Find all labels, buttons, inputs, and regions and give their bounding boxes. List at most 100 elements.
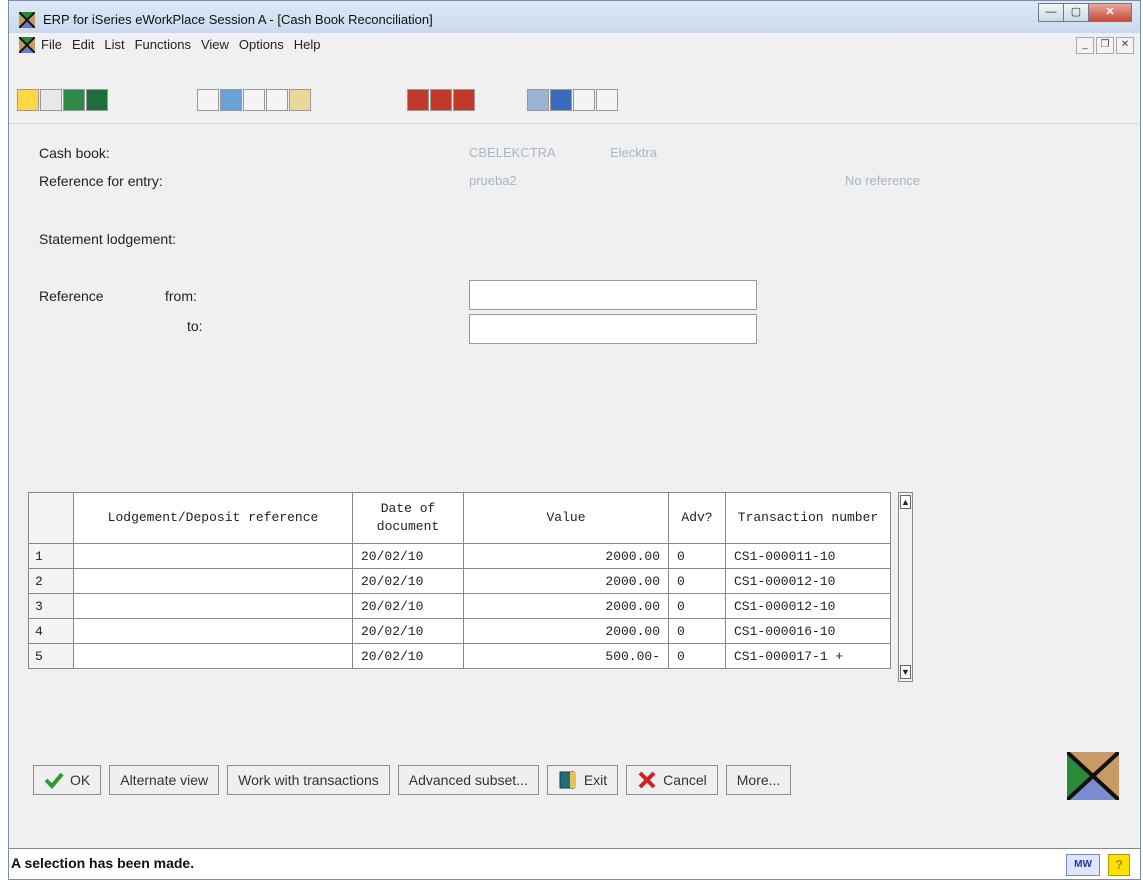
adv-cell: 0: [668, 543, 726, 569]
find-3-icon[interactable]: [453, 89, 475, 111]
mdi-minimize-button[interactable]: _: [1076, 37, 1094, 54]
table-row[interactable]: 4 20/02/10 2000.00 0 CS1-000016-10: [28, 618, 891, 644]
to-label: to:: [187, 318, 203, 334]
table-row[interactable]: 2 20/02/10 2000.00 0 CS1-000012-10: [28, 568, 891, 594]
window-icon[interactable]: [527, 89, 549, 111]
calculator-icon[interactable]: [63, 89, 85, 111]
date-cell: 20/02/10: [352, 593, 464, 619]
statement-lodgement-label: Statement lodgement:: [39, 231, 176, 247]
row-number[interactable]: 4: [28, 618, 74, 644]
value-cell: 2000.00: [463, 568, 669, 594]
table-row[interactable]: 5 20/02/10 500.00- 0 CS1-000017-1 +: [28, 643, 891, 669]
work-with-transactions-label: Work with transactions: [238, 772, 379, 788]
lodgement-reference-header[interactable]: Lodgement/Deposit reference: [73, 492, 353, 544]
ok-button[interactable]: OK: [33, 765, 102, 795]
scroll-up-icon[interactable]: ▲: [900, 495, 911, 509]
exit-button[interactable]: Exit: [546, 765, 619, 795]
row-number[interactable]: 3: [28, 593, 74, 619]
adv-cell: 0: [668, 593, 726, 619]
value-cell: 500.00-: [463, 643, 669, 669]
maximize-button[interactable]: ▢: [1063, 3, 1089, 22]
table-row[interactable]: 1 20/02/10 2000.00 0 CS1-000011-10: [28, 543, 891, 569]
reference-entry-value: prueba2: [469, 173, 517, 188]
paste-icon[interactable]: [289, 89, 311, 111]
adv-cell: 0: [668, 643, 726, 669]
more-button[interactable]: More...: [725, 765, 792, 795]
transaction-number-cell: CS1-000016-10: [725, 618, 891, 644]
cancel-button[interactable]: Cancel: [626, 765, 718, 795]
toolbar: [9, 57, 1140, 124]
menu-file[interactable]: File: [41, 37, 62, 52]
menu-help[interactable]: Help: [294, 37, 321, 52]
advanced-subset-button[interactable]: Advanced subset...: [397, 765, 539, 795]
adv-header[interactable]: Adv?: [668, 492, 726, 544]
status-message: A selection has been made.: [11, 855, 195, 871]
grid-icon[interactable]: [220, 89, 242, 111]
red-x-icon: [638, 771, 656, 789]
checkmark-icon: [44, 772, 64, 789]
lodgement-reference-cell[interactable]: [73, 543, 353, 569]
menu-view[interactable]: View: [201, 37, 229, 52]
row-number-header: [28, 492, 74, 544]
row-number[interactable]: 5: [28, 643, 74, 669]
work-with-transactions-button[interactable]: Work with transactions: [227, 765, 390, 795]
help-icon[interactable]: [596, 89, 618, 111]
value-cell: 2000.00: [463, 618, 669, 644]
alternate-view-label: Alternate view: [120, 772, 209, 788]
transaction-number-header[interactable]: Transaction number: [725, 492, 891, 544]
scroll-down-icon[interactable]: ▼: [900, 665, 911, 679]
lodgement-reference-cell[interactable]: [73, 593, 353, 619]
minimize-button[interactable]: —: [1038, 3, 1064, 22]
reference-from-input[interactable]: [469, 280, 757, 310]
cut-icon[interactable]: [243, 89, 265, 111]
lodgement-reference-cell[interactable]: [73, 568, 353, 594]
undo-icon[interactable]: [197, 89, 219, 111]
from-label: from:: [165, 288, 197, 304]
mdi-controls: _ ❐ ✕: [1074, 37, 1134, 54]
company-logo-icon: [1067, 752, 1119, 800]
more-label: More...: [736, 772, 781, 788]
reference-label: Reference: [39, 288, 104, 304]
transaction-number-cell: CS1-000011-10: [725, 543, 891, 569]
row-number[interactable]: 1: [28, 543, 74, 569]
help-indicator-icon[interactable]: ?: [1108, 854, 1130, 876]
window-controls: — ▢ ✕: [1038, 3, 1132, 23]
door-exit-icon: [559, 771, 576, 789]
menu-edit[interactable]: Edit: [72, 37, 94, 52]
app-logo-icon: [19, 12, 35, 28]
find-1-icon[interactable]: [407, 89, 429, 111]
lodgement-reference-cell[interactable]: [73, 643, 353, 669]
lodgement-reference-cell[interactable]: [73, 618, 353, 644]
value-cell: 2000.00: [463, 593, 669, 619]
reference-entry-label: Reference for entry:: [39, 173, 163, 189]
exit-label: Exit: [583, 772, 608, 788]
row-number[interactable]: 2: [28, 568, 74, 594]
cash-book-label: Cash book:: [39, 145, 110, 161]
hand-icon[interactable]: [573, 89, 595, 111]
document-logo-icon: [19, 37, 35, 53]
table-row[interactable]: 3 20/02/10 2000.00 0 CS1-000012-10: [28, 593, 891, 619]
menu-functions[interactable]: Functions: [135, 37, 191, 52]
menu-options[interactable]: Options: [239, 37, 284, 52]
adv-cell: 0: [668, 618, 726, 644]
mdi-close-button[interactable]: ✕: [1116, 37, 1134, 54]
close-button[interactable]: ✕: [1088, 3, 1132, 22]
alternate-view-button[interactable]: Alternate view: [109, 765, 220, 795]
new-doc-icon[interactable]: [40, 89, 62, 111]
mw-indicator-icon[interactable]: MW: [1066, 854, 1100, 876]
date-cell: 20/02/10: [352, 568, 464, 594]
key-icon[interactable]: [17, 89, 39, 111]
spreadsheet-icon[interactable]: [86, 89, 108, 111]
action-buttons: OK Alternate view Work with transactions…: [33, 765, 799, 795]
table-icon[interactable]: [550, 89, 572, 111]
reference-to-input[interactable]: [469, 314, 757, 344]
grid-scrollbar[interactable]: ▲ ▼: [898, 492, 913, 682]
menu-list[interactable]: List: [104, 37, 124, 52]
application-window: ERP for iSeries eWorkPlace Session A - […: [8, 0, 1141, 880]
ok-label: OK: [70, 772, 91, 788]
find-2-icon[interactable]: [430, 89, 452, 111]
mdi-restore-button[interactable]: ❐: [1096, 37, 1114, 54]
date-header[interactable]: Date of document: [352, 492, 464, 544]
copy-icon[interactable]: [266, 89, 288, 111]
value-header[interactable]: Value: [463, 492, 669, 544]
